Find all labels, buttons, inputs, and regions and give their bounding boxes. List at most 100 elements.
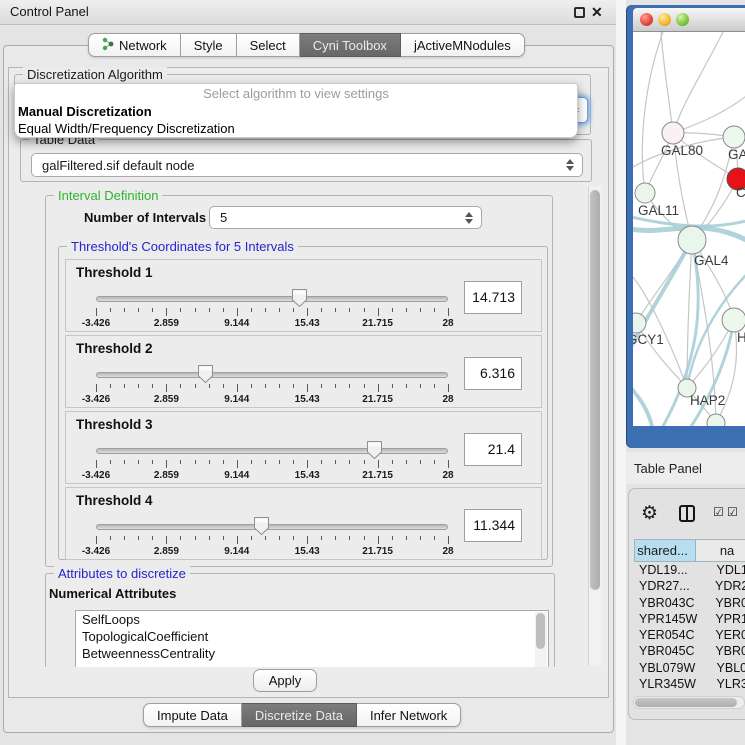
slider-tick-label: 21.715 — [362, 318, 393, 329]
threshold-slider[interactable]: -3.4262.8599.14415.4321.71528 — [96, 372, 448, 378]
cell-name: YER0 — [708, 627, 745, 643]
slider-tick — [166, 460, 167, 468]
close-icon[interactable]: ✕ — [591, 4, 603, 21]
table-row[interactable]: YDR27...YDR2 — [634, 578, 745, 594]
slider-tick — [237, 460, 238, 468]
numerical-attributes-list[interactable]: SelfLoopsTopologicalCoefficientBetweenne… — [75, 610, 549, 667]
network-node[interactable] — [723, 126, 745, 148]
threshold-value-field[interactable]: 11.344 — [464, 509, 522, 542]
tab-network[interactable]: Network — [88, 33, 181, 57]
threshold-slider[interactable]: -3.4262.8599.14415.4321.71528 — [96, 524, 448, 530]
slider-tick — [307, 536, 308, 544]
table-row[interactable]: YIL052CYIL0 — [634, 692, 745, 694]
slider-track[interactable] — [96, 296, 448, 302]
threshold-label: Threshold 2 — [76, 341, 153, 356]
tab-cyni-toolbox[interactable]: Cyni Toolbox — [300, 33, 401, 57]
float-window-icon[interactable] — [574, 7, 585, 18]
close-traffic-light[interactable] — [640, 13, 653, 26]
slider-tick — [209, 536, 210, 540]
slider-thumb[interactable] — [253, 516, 270, 541]
tab-discretize-data[interactable]: Discretize Data — [242, 703, 357, 727]
slider-tick — [434, 536, 435, 540]
threshold-value-field[interactable]: 14.713 — [464, 281, 522, 314]
attributes-scrollbar[interactable] — [535, 612, 547, 667]
column-header-name[interactable]: na — [696, 540, 745, 561]
slider-tick — [448, 308, 449, 316]
slider-tick — [349, 536, 350, 540]
network-node[interactable] — [722, 308, 745, 332]
attribute-item[interactable]: BetweennessCentrality — [76, 645, 548, 662]
tab-select[interactable]: Select — [237, 33, 300, 57]
cell-shared-name: YPR145W — [634, 611, 708, 627]
checkbox-icon[interactable]: ☑ — [713, 505, 724, 519]
tab-impute-data[interactable]: Impute Data — [143, 703, 242, 727]
table-hscrollbar-thumb[interactable] — [635, 698, 737, 707]
tab-label: Discretize Data — [255, 708, 343, 723]
num-intervals-combobox[interactable]: 5 — [209, 206, 482, 229]
network-window-titlebar[interactable] — [633, 8, 745, 32]
threshold-slider[interactable]: -3.4262.8599.14415.4321.71528 — [96, 296, 448, 302]
slider-tick — [321, 384, 322, 388]
threshold-value-field[interactable]: 6.316 — [464, 357, 522, 390]
tab-label: Cyni Toolbox — [313, 38, 387, 53]
slider-tick-label: 28 — [442, 318, 453, 329]
slider-tick — [335, 460, 336, 464]
slider-tick-label: 21.715 — [362, 470, 393, 481]
table-row[interactable]: YDL19...YDL1 — [634, 562, 745, 578]
slider-tick — [138, 384, 139, 388]
panel-divider[interactable] — [616, 0, 626, 745]
table-row[interactable]: YBR045CYBR0 — [634, 643, 745, 659]
settings-scrollbar-thumb[interactable] — [590, 190, 600, 590]
slider-tick — [166, 536, 167, 544]
slider-tick — [110, 460, 111, 464]
table-row[interactable]: YBR043CYBR0 — [634, 595, 745, 611]
attribute-item[interactable]: TopologicalCoefficient — [76, 628, 548, 645]
minimize-traffic-light[interactable] — [658, 13, 671, 26]
slider-tick — [279, 308, 280, 312]
slider-thumb[interactable] — [197, 364, 214, 389]
attribute-item[interactable]: SelfLoops — [76, 611, 548, 628]
apply-button[interactable]: Apply — [253, 669, 317, 692]
tab-style[interactable]: Style — [181, 33, 237, 57]
tab-label: Style — [194, 38, 223, 53]
column-header-shared-name[interactable]: shared... — [635, 540, 696, 561]
checkbox-icon[interactable]: ☑ — [727, 505, 738, 519]
settings-gear-icon[interactable]: ⚙ — [641, 502, 658, 525]
slider-track[interactable] — [96, 524, 448, 530]
settings-scroll-viewport: Interval Definition Number of Intervals … — [9, 185, 587, 667]
slider-thumb[interactable] — [291, 288, 308, 313]
network-node[interactable] — [678, 226, 706, 254]
settings-vertical-scrollbar[interactable] — [588, 186, 601, 666]
network-node[interactable] — [635, 183, 655, 203]
columns-icon[interactable] — [679, 505, 695, 522]
table-row[interactable]: YLR345WYLR3 — [634, 676, 745, 692]
slider-tick — [110, 308, 111, 312]
slider-tick — [251, 384, 252, 388]
table-data-combobox[interactable]: galFiltered.sif default node — [31, 153, 583, 177]
slider-track[interactable] — [96, 448, 448, 454]
network-node[interactable] — [662, 122, 684, 144]
popup-item[interactable]: Equal Width/Frequency Discretization — [15, 120, 577, 137]
slider-tick — [307, 384, 308, 392]
slider-thumb[interactable] — [366, 440, 383, 465]
slider-track[interactable] — [96, 372, 448, 378]
threshold-slider[interactable]: -3.4262.8599.14415.4321.71528 — [96, 448, 448, 454]
table-horizontal-scrollbar[interactable] — [633, 696, 745, 709]
table-panel-header: Table Panel — [626, 452, 745, 484]
zoom-traffic-light[interactable] — [676, 13, 689, 26]
network-nodes[interactable] — [633, 122, 745, 426]
tab-infer-network[interactable]: Infer Network — [357, 703, 461, 727]
tab-jactivemnodules[interactable]: jActiveMNodules — [401, 33, 525, 57]
slider-tick — [378, 536, 379, 544]
network-node-label: GAL11 — [638, 203, 679, 218]
slider-tick — [251, 536, 252, 540]
network-node[interactable] — [633, 313, 646, 333]
popup-item[interactable]: Manual Discretization — [15, 103, 577, 120]
threshold-value-field[interactable]: 21.4 — [464, 433, 522, 466]
attributes-scrollbar-thumb[interactable] — [536, 613, 545, 649]
table-row[interactable]: YPR145WYPR1 — [634, 611, 745, 627]
slider-tick — [335, 308, 336, 312]
network-canvas[interactable]: GAL80GACGAL11GAL4GCY1HHAP2 — [633, 32, 745, 426]
table-row[interactable]: YER054CYER0 — [634, 627, 745, 643]
table-row[interactable]: YBL079WYBL0 — [634, 660, 745, 676]
